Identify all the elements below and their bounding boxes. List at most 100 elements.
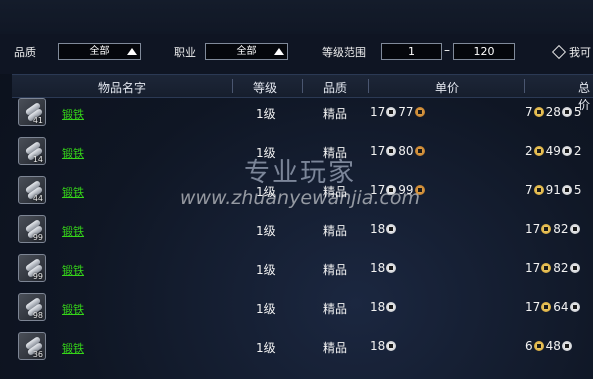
- header-divider: [524, 79, 525, 93]
- total-price: 6 48: [525, 339, 574, 353]
- total-price: 17 82: [525, 261, 582, 275]
- silver-coin-icon: [386, 224, 397, 234]
- silver-coin-icon: [561, 146, 572, 156]
- item-name-link[interactable]: 锻铁: [62, 184, 84, 200]
- item-quality: 精品: [323, 341, 348, 355]
- usable-filter-label: 我可: [569, 46, 591, 59]
- unit-price: 18: [370, 222, 398, 236]
- item-icon[interactable]: 99: [18, 215, 46, 243]
- silver-coin-icon: [386, 146, 397, 156]
- item-name-link[interactable]: 锻铁: [62, 106, 84, 122]
- silver-coin-icon: [561, 341, 572, 351]
- unit-price: 17 99: [370, 183, 427, 197]
- item-count: 36: [32, 350, 43, 359]
- item-icon[interactable]: 36: [18, 332, 46, 360]
- item-count: 98: [32, 311, 43, 320]
- silver-coin-icon: [386, 263, 397, 273]
- gold-coin-icon: [533, 146, 544, 156]
- silver-coin-icon: [386, 185, 397, 195]
- level-max-input[interactable]: 120: [453, 43, 515, 60]
- item-quality: 精品: [323, 224, 348, 238]
- copper-coin-icon: [414, 107, 425, 117]
- item-level: 1级: [256, 146, 276, 160]
- class-filter-label: 职业: [174, 46, 196, 59]
- item-quality: 精品: [323, 185, 348, 199]
- table-row[interactable]: 98 锻铁 1级 精品 18 17 64: [12, 291, 593, 330]
- total-price: 7 91 5: [525, 183, 582, 197]
- total-price: 7 28 5: [525, 105, 582, 119]
- unit-price: 18: [370, 261, 398, 275]
- usable-checkbox[interactable]: [551, 44, 567, 60]
- item-icon[interactable]: 41: [18, 98, 46, 126]
- item-name-link[interactable]: 锻铁: [62, 301, 84, 317]
- item-icon[interactable]: 14: [18, 137, 46, 165]
- unit-price: 17 80: [370, 144, 427, 158]
- item-quality: 精品: [323, 263, 348, 277]
- item-icon[interactable]: 44: [18, 176, 46, 204]
- table-row[interactable]: 36 锻铁 1级 精品 18 6 48: [12, 330, 593, 369]
- item-level: 1级: [256, 263, 276, 277]
- item-icon[interactable]: 98: [18, 293, 46, 321]
- gold-coin-icon: [541, 302, 552, 312]
- header-divider: [302, 79, 303, 93]
- unit-price: 18: [370, 339, 398, 353]
- total-price: 2 49 2: [525, 144, 582, 158]
- silver-coin-icon: [569, 224, 580, 234]
- table-row[interactable]: 14 锻铁 1级 精品 17 80 2 49 2: [12, 135, 593, 174]
- item-level: 1级: [256, 302, 276, 316]
- dropdown-arrow-icon[interactable]: [274, 48, 284, 55]
- filter-bar: 品质 全部 职业 全部 等级范围 1 – 120 我可: [0, 34, 593, 74]
- table-header: 物品名字 等级 品质 单价 总价: [12, 74, 593, 112]
- item-icon[interactable]: 99: [18, 254, 46, 282]
- item-name-link[interactable]: 锻铁: [62, 223, 84, 239]
- silver-coin-icon: [569, 263, 580, 273]
- header-item-name[interactable]: 物品名字: [98, 79, 146, 96]
- item-count: 99: [32, 272, 43, 281]
- item-name-link[interactable]: 锻铁: [62, 262, 84, 278]
- item-level: 1级: [256, 185, 276, 199]
- gold-coin-icon: [541, 263, 552, 273]
- item-level: 1级: [256, 107, 276, 121]
- dropdown-arrow-icon[interactable]: [127, 48, 137, 55]
- copper-coin-icon: [414, 146, 425, 156]
- class-filter-value: 全部: [236, 46, 257, 57]
- header-quality[interactable]: 品质: [323, 79, 347, 96]
- header-level[interactable]: 等级: [253, 79, 277, 96]
- item-quality: 精品: [323, 107, 348, 121]
- item-name-link[interactable]: 锻铁: [62, 145, 84, 161]
- table-row[interactable]: 99 锻铁 1级 精品 18 17 82: [12, 252, 593, 291]
- item-name-link[interactable]: 锻铁: [62, 340, 84, 356]
- table-row[interactable]: 44 锻铁 1级 精品 17 99 7 91 5: [12, 174, 593, 213]
- item-level: 1级: [256, 341, 276, 355]
- silver-coin-icon: [561, 107, 572, 117]
- silver-coin-icon: [561, 185, 572, 195]
- table-row[interactable]: 41 锻铁 1级 精品 17 77 7 28 5: [12, 96, 593, 135]
- class-filter-select[interactable]: 全部: [205, 43, 288, 60]
- range-separator: –: [444, 43, 450, 57]
- unit-price: 17 77: [370, 105, 427, 119]
- item-count: 44: [32, 194, 43, 203]
- silver-coin-icon: [386, 302, 397, 312]
- silver-coin-icon: [569, 302, 580, 312]
- level-range-label: 等级范围: [322, 46, 366, 59]
- quality-filter-select[interactable]: 全部: [58, 43, 141, 60]
- copper-coin-icon: [414, 185, 425, 195]
- item-count: 14: [32, 155, 43, 164]
- item-quality: 精品: [323, 302, 348, 316]
- top-bar: [0, 0, 593, 35]
- table-row[interactable]: 99 锻铁 1级 精品 18 17 82: [12, 213, 593, 252]
- gold-coin-icon: [533, 341, 544, 351]
- header-divider: [232, 79, 233, 93]
- gold-coin-icon: [533, 107, 544, 117]
- gold-coin-icon: [541, 224, 552, 234]
- quality-filter-label: 品质: [14, 46, 36, 59]
- silver-coin-icon: [386, 341, 397, 351]
- gold-coin-icon: [533, 185, 544, 195]
- level-min-input[interactable]: 1: [381, 43, 442, 60]
- quality-filter-value: 全部: [89, 46, 110, 57]
- unit-price: 18: [370, 300, 398, 314]
- item-count: 41: [32, 116, 43, 125]
- item-level: 1级: [256, 224, 276, 238]
- total-price: 17 64: [525, 300, 582, 314]
- header-unit-price[interactable]: 单价: [435, 79, 459, 96]
